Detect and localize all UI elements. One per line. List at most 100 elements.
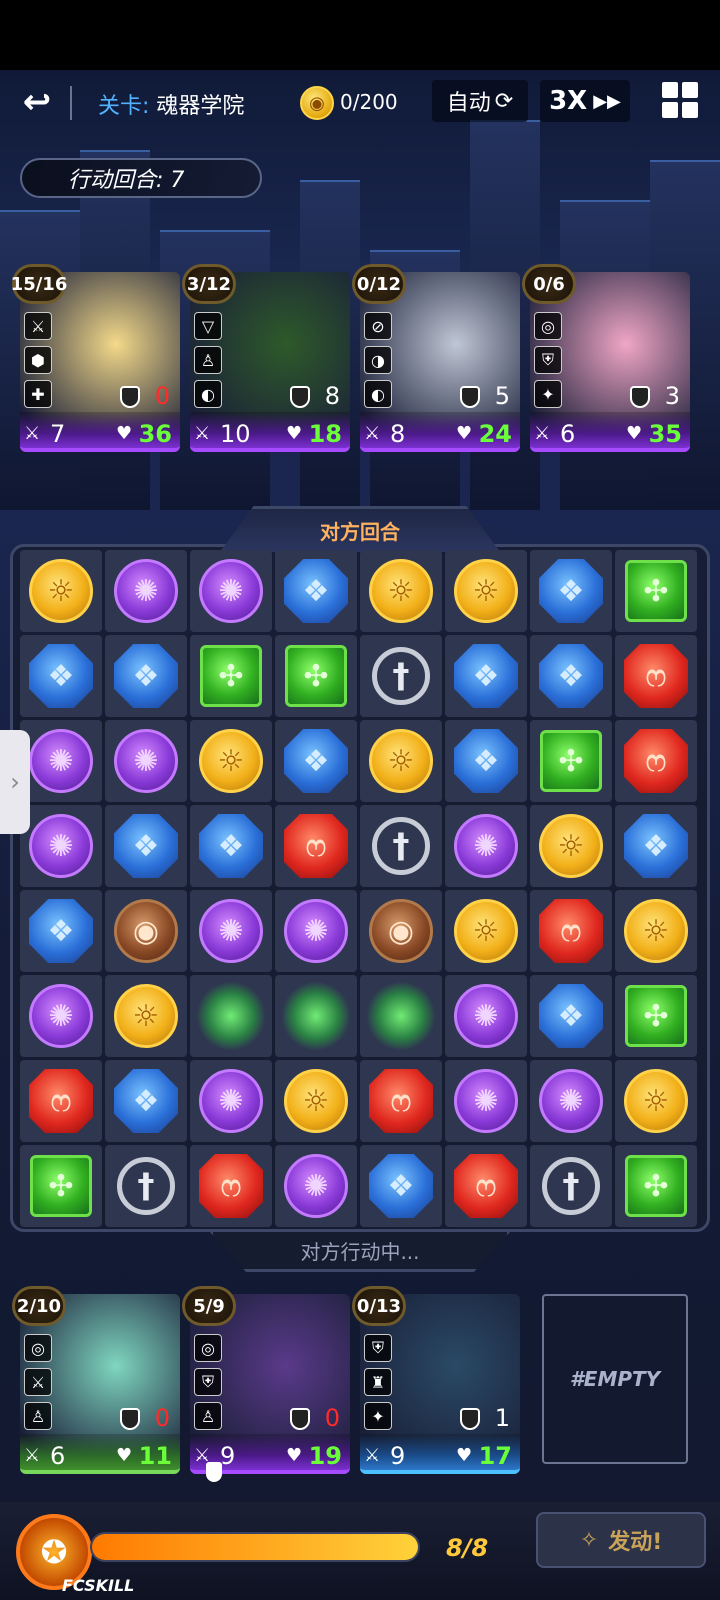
board-cell[interactable]: ✺ (190, 550, 272, 632)
board-cell[interactable]: ✺ (530, 1060, 612, 1142)
board-cell[interactable]: ෆ (275, 805, 357, 887)
board-cell[interactable]: † (105, 1145, 187, 1227)
skill-icon[interactable]: ♙ (194, 346, 222, 374)
player-hero-card[interactable]: ◎ ⛨ ♙ 0 ⚔ 9 ♥ 19 5/9 (182, 1286, 350, 1474)
skill-icon[interactable]: ♙ (24, 1402, 52, 1430)
enemy-hero-card[interactable]: ⚔ ⬢ ✚ 0 ⚔ 7 ♥ 36 15/16 (11, 264, 180, 452)
board-cell[interactable]: ❖ (105, 1060, 187, 1142)
skill-icon[interactable]: ⛨ (194, 1368, 222, 1396)
skill-icon[interactable]: ⊘ (364, 312, 392, 340)
back-button[interactable]: ↩ (16, 82, 58, 122)
board-cell[interactable]: ❖ (360, 1145, 442, 1227)
board-cell[interactable]: ☼ (445, 550, 527, 632)
board-cell[interactable]: ❖ (445, 720, 527, 802)
skill-icon[interactable]: ✦ (534, 380, 562, 408)
skill-icon[interactable]: ✚ (24, 380, 52, 408)
board-cell[interactable]: † (360, 805, 442, 887)
board-cell[interactable] (360, 975, 442, 1057)
board-cell[interactable]: ෆ (615, 720, 697, 802)
board-cell[interactable]: ☼ (615, 1060, 697, 1142)
skill-icon[interactable]: ◐ (364, 380, 392, 408)
board-cell[interactable]: ☼ (190, 720, 272, 802)
board-cell[interactable]: ✺ (105, 720, 187, 802)
enemy-hero-card[interactable]: ⊘ ◑ ◐ 5 ⚔ 8 ♥ 24 0/12 (352, 264, 520, 452)
skill-icon[interactable]: ◐ (194, 380, 222, 408)
board-cell[interactable]: ❖ (530, 975, 612, 1057)
speed-button[interactable]: 3X ▶▶ (540, 80, 630, 122)
skill-icon[interactable]: ⛨ (534, 346, 562, 374)
board-cell[interactable]: ☼ (275, 1060, 357, 1142)
board-cell[interactable]: ✣ (530, 720, 612, 802)
board-cell[interactable]: ✣ (275, 635, 357, 717)
board-cell[interactable]: ☼ (20, 550, 102, 632)
enemy-hero-card[interactable]: ▽ ♙ ◐ 8 ⚔ 10 ♥ 18 3/12 (182, 264, 350, 452)
board-cell[interactable]: ☼ (445, 890, 527, 972)
skill-icon[interactable]: ▽ (194, 312, 222, 340)
board-cell[interactable] (275, 975, 357, 1057)
side-drawer-handle[interactable]: › (0, 730, 30, 834)
skill-icon[interactable]: ♙ (194, 1402, 222, 1430)
board-cell[interactable]: ❖ (530, 635, 612, 717)
board-cell[interactable]: ෆ (360, 1060, 442, 1142)
board-cell[interactable]: ◉ (105, 890, 187, 972)
board-cell[interactable]: † (530, 1145, 612, 1227)
board-cell[interactable]: † (360, 635, 442, 717)
board-cell[interactable]: ෆ (20, 1060, 102, 1142)
board-cell[interactable]: ❖ (190, 805, 272, 887)
board-cell[interactable]: ❖ (105, 805, 187, 887)
board-cell[interactable]: ✺ (190, 1060, 272, 1142)
skill-icon[interactable]: ♜ (364, 1368, 392, 1396)
board-cell[interactable]: ◉ (360, 890, 442, 972)
empty-team-slot[interactable]: #EMPTY (542, 1294, 688, 1464)
board-cell[interactable]: ✣ (615, 550, 697, 632)
skill-icon[interactable]: ⚔ (24, 1368, 52, 1396)
board-cell[interactable]: ✣ (190, 635, 272, 717)
board-cell[interactable]: ❖ (615, 805, 697, 887)
board-cell[interactable] (190, 975, 272, 1057)
board-cell[interactable]: ☼ (360, 550, 442, 632)
board-cell[interactable]: ❖ (20, 635, 102, 717)
auto-button[interactable]: 自动 ⟳ (432, 80, 528, 122)
board-cell[interactable]: ❖ (530, 550, 612, 632)
board-cell[interactable]: ✣ (615, 975, 697, 1057)
grid-menu-icon[interactable] (662, 82, 698, 118)
skill-icon[interactable]: ◎ (24, 1334, 52, 1362)
board-cell[interactable]: ✺ (20, 720, 102, 802)
skill-icon[interactable]: ✦ (364, 1402, 392, 1430)
skill-icon[interactable]: ◎ (534, 312, 562, 340)
skill-icon[interactable]: ⚔ (24, 312, 52, 340)
board-cell[interactable]: ☼ (615, 890, 697, 972)
board-cell[interactable]: ✺ (20, 805, 102, 887)
board-cell[interactable]: ✣ (20, 1145, 102, 1227)
board-cell[interactable]: ෆ (530, 890, 612, 972)
match3-board[interactable]: ☼ ✺ ✺ ❖ ☼ ☼ ❖ ✣ ❖ ❖ ✣ ✣ † ❖ ❖ ෆ ✺ ✺ ☼ ❖ ☼ ❖ ✣ ෆ ✺ ❖ ❖ ෆ † ✺ ☼ ❖ ❖ ◉ ✺ ✺ ◉ ☼ ෆ ☼… (20, 550, 700, 1230)
board-cell[interactable]: ❖ (275, 720, 357, 802)
board-cell[interactable]: ✺ (445, 1060, 527, 1142)
skill-icon[interactable]: ◑ (364, 346, 392, 374)
board-cell[interactable]: ෆ (615, 635, 697, 717)
player-hero-card[interactable]: ⛨ ♜ ✦ 1 ⚔ 9 ♥ 17 0/13 (352, 1286, 520, 1474)
player-hero-card[interactable]: ◎ ⚔ ♙ 0 ⚔ 6 ♥ 11 2/10 (12, 1286, 180, 1474)
board-cell[interactable]: ❖ (105, 635, 187, 717)
board-cell[interactable]: ✣ (615, 1145, 697, 1227)
skill-icon[interactable]: ⛨ (364, 1334, 392, 1362)
board-cell[interactable]: ✺ (20, 975, 102, 1057)
board-cell[interactable]: ❖ (445, 635, 527, 717)
board-cell[interactable]: ✺ (445, 975, 527, 1057)
board-cell[interactable]: ✺ (275, 1145, 357, 1227)
board-cell[interactable]: ෆ (190, 1145, 272, 1227)
board-cell[interactable]: ✺ (445, 805, 527, 887)
board-cell[interactable]: ☼ (105, 975, 187, 1057)
board-cell[interactable]: ☼ (530, 805, 612, 887)
board-cell[interactable]: ☼ (360, 720, 442, 802)
skill-icon[interactable]: ◎ (194, 1334, 222, 1362)
activate-skill-button[interactable]: ✧ 发动! (536, 1512, 706, 1568)
board-cell[interactable]: ✺ (105, 550, 187, 632)
board-cell[interactable]: ❖ (20, 890, 102, 972)
enemy-hero-card[interactable]: ◎ ⛨ ✦ 3 ⚔ 6 ♥ 35 0/6 (522, 264, 690, 452)
board-cell[interactable]: ✺ (275, 890, 357, 972)
board-cell[interactable]: ෆ (445, 1145, 527, 1227)
board-cell[interactable]: ✺ (190, 890, 272, 972)
board-cell[interactable]: ❖ (275, 550, 357, 632)
skill-icon[interactable]: ⬢ (24, 346, 52, 374)
